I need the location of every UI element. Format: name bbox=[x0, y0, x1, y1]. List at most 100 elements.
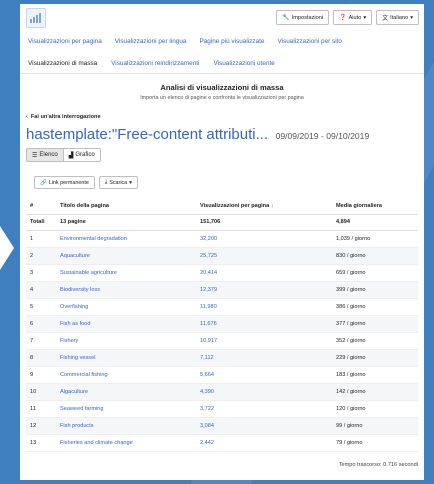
query-date-range: 09/09/2019 - 09/10/2019 bbox=[275, 131, 370, 141]
language-button[interactable]: 文 Italiano ▾ bbox=[376, 10, 419, 25]
row-page-title[interactable]: Fishing vessel bbox=[56, 349, 196, 367]
page-subtitle: Importa un elenco di pagine e confronta … bbox=[140, 95, 304, 101]
settings-label: Impostazioni bbox=[291, 14, 324, 21]
table-row: 9 Commercial fishing 5,664 183 / giorno bbox=[26, 366, 418, 384]
row-page-title[interactable]: Environmental degradation bbox=[56, 230, 196, 248]
row-views[interactable]: 11,676 bbox=[196, 315, 332, 333]
row-page-title[interactable]: Fish products bbox=[56, 417, 196, 435]
tab-redirectviews[interactable]: Visualizzazioni reindirizzamenti bbox=[109, 56, 201, 71]
row-daily-average: 352 / giorno bbox=[332, 332, 418, 350]
row-page-title[interactable]: Sustainable agriculture bbox=[56, 264, 196, 282]
row-rank: 5 bbox=[26, 298, 56, 316]
row-page-title[interactable]: Seaweed farming bbox=[56, 400, 196, 418]
nav-pageviews[interactable]: Visualizzazioni per pagina bbox=[28, 38, 102, 54]
row-daily-average: 659 / giorno bbox=[332, 264, 418, 282]
row-page-title[interactable]: Fishery bbox=[56, 332, 196, 350]
row-views[interactable]: 4,390 bbox=[196, 383, 332, 401]
language-label: Italiano bbox=[390, 14, 409, 21]
row-page-title[interactable]: Fish as food bbox=[56, 315, 196, 333]
query-title[interactable]: hastemplate:"Free-content attributi... bbox=[26, 126, 268, 143]
nav-siteviews[interactable]: Visualizzazioni per sito bbox=[277, 38, 342, 54]
row-views[interactable]: 12,379 bbox=[196, 281, 332, 299]
tab-userviews[interactable]: Visualizzazioni utente bbox=[211, 56, 276, 71]
table-row: 7 Fishery 10,917 352 / giorno bbox=[26, 332, 418, 350]
row-daily-average: 1,039 / giorno bbox=[332, 230, 418, 248]
totals-avg: 4,894 bbox=[332, 214, 418, 231]
row-daily-average: 79 / giorno bbox=[332, 434, 418, 452]
table-row: 12 Fish products 3,084 99 / giorno bbox=[26, 417, 418, 435]
page-heading: Analisi di visualizzazioni di massa Impo… bbox=[20, 83, 424, 101]
row-views[interactable]: 10,917 bbox=[196, 332, 332, 350]
row-page-title[interactable]: Aquaculture bbox=[56, 247, 196, 265]
elapsed-time: Tempo trascorso: 0.716 secondi bbox=[338, 462, 418, 468]
row-page-title[interactable]: Biodiversity loss bbox=[56, 281, 196, 299]
nav-langviews[interactable]: Visualizzazioni per lingua bbox=[115, 38, 187, 54]
row-rank: 1 bbox=[26, 230, 56, 248]
permalink-label: Link permanente bbox=[48, 179, 89, 186]
row-page-title[interactable]: Fisheries and climate change bbox=[56, 434, 196, 452]
row-views[interactable]: 32,200 bbox=[196, 230, 332, 248]
row-views[interactable]: 3,722 bbox=[196, 400, 332, 418]
sort-icon[interactable]: ↓ bbox=[271, 203, 274, 209]
permalink-button[interactable]: 🔗 Link permanente bbox=[34, 176, 95, 189]
table-row: 8 Fishing vessel 7,112 229 / giorno bbox=[26, 349, 418, 367]
list-view-label: Elenco bbox=[39, 152, 58, 158]
row-daily-average: 399 / giorno bbox=[332, 281, 418, 299]
nav-topviews[interactable]: Pagine più visualizzate bbox=[199, 38, 264, 54]
chevron-left-icon: ‹ bbox=[26, 114, 28, 120]
header-title[interactable]: Titolo della pagina bbox=[56, 199, 196, 215]
row-rank: 13 bbox=[26, 434, 56, 452]
row-page-title[interactable]: Commercial fishing bbox=[56, 366, 196, 384]
row-views[interactable]: 25,725 bbox=[196, 247, 332, 265]
row-views[interactable]: 2,442 bbox=[196, 434, 332, 452]
table-row: 4 Biodiversity loss 12,379 399 / giorno bbox=[26, 281, 418, 299]
row-rank: 11 bbox=[26, 400, 56, 418]
row-page-title[interactable]: Overfishing bbox=[56, 298, 196, 316]
help-label: Aiuto bbox=[348, 14, 362, 21]
download-icon: ⤓ bbox=[104, 179, 108, 185]
row-rank: 8 bbox=[26, 349, 56, 367]
row-rank: 4 bbox=[26, 281, 56, 299]
question-icon: ❓ bbox=[339, 15, 347, 21]
table-row: 5 Overfishing 11,980 386 / giorno bbox=[26, 298, 418, 316]
chevron-down-icon: ▾ bbox=[363, 14, 367, 21]
row-rank: 3 bbox=[26, 264, 56, 282]
header-views[interactable]: Visualizzazioni per pagina ↓ bbox=[196, 199, 332, 215]
table-header-row: # Titolo della pagina Visualizzazioni pe… bbox=[26, 199, 418, 215]
row-daily-average: 229 / giorno bbox=[332, 349, 418, 367]
table-row: 13 Fisheries and climate change 2,442 79 / … bbox=[26, 434, 418, 452]
list-view-button[interactable]: ☰ Elenco bbox=[26, 148, 64, 162]
help-button[interactable]: ❓ Aiuto ▾ bbox=[333, 10, 373, 25]
results-table: # Titolo della pagina Visualizzazioni pe… bbox=[26, 199, 418, 452]
chart-view-button[interactable]: ▟ Grafico bbox=[63, 148, 101, 162]
row-views[interactable]: 7,112 bbox=[196, 349, 332, 367]
page-title: Analisi di visualizzazioni di massa bbox=[160, 83, 284, 92]
list-icon: ☰ bbox=[32, 152, 38, 159]
row-rank: 12 bbox=[26, 417, 56, 435]
table-row: 6 Fish as food 11,676 377 / giorno bbox=[26, 315, 418, 333]
totals-row: Totali 13 pagine 151,706 4,894 bbox=[26, 214, 418, 231]
totals-pages: 13 pagine bbox=[56, 214, 196, 231]
action-buttons: 🔗 Link permanente ⤓ Scarica ▾ bbox=[34, 176, 424, 189]
row-views[interactable]: 20,414 bbox=[196, 264, 332, 282]
row-daily-average: 830 / giorno bbox=[332, 247, 418, 265]
row-views[interactable]: 3,084 bbox=[196, 417, 332, 435]
app-logo-icon[interactable] bbox=[26, 8, 46, 28]
back-link[interactable]: ‹ Fai un'altra interrogazione bbox=[26, 114, 424, 120]
chevron-down-icon: ▾ bbox=[129, 179, 132, 186]
header-daily-average[interactable]: Media giornaliera bbox=[332, 199, 418, 215]
chart-view-label: Grafico bbox=[75, 152, 95, 158]
row-daily-average: 120 / giorno bbox=[332, 400, 418, 418]
secondary-nav: Visualizzazioni di massa Visualizzazioni… bbox=[20, 54, 424, 74]
table-row: 11 Seaweed farming 3,722 120 / giorno bbox=[26, 400, 418, 418]
pageviews-panel: 🔧 Impostazioni ❓ Aiuto ▾ 文 Italiano ▾ Vi… bbox=[20, 4, 424, 480]
row-views[interactable]: 11,980 bbox=[196, 298, 332, 316]
tab-massviews[interactable]: Visualizzazioni di massa bbox=[26, 56, 99, 71]
link-icon: 🔗 bbox=[40, 179, 47, 186]
row-rank: 2 bbox=[26, 247, 56, 265]
row-page-title[interactable]: Algaculture bbox=[56, 383, 196, 401]
download-button[interactable]: ⤓ Scarica ▾ bbox=[98, 176, 138, 189]
header-rank[interactable]: # bbox=[26, 199, 56, 215]
row-views[interactable]: 5,664 bbox=[196, 366, 332, 384]
settings-button[interactable]: 🔧 Impostazioni bbox=[276, 10, 330, 25]
